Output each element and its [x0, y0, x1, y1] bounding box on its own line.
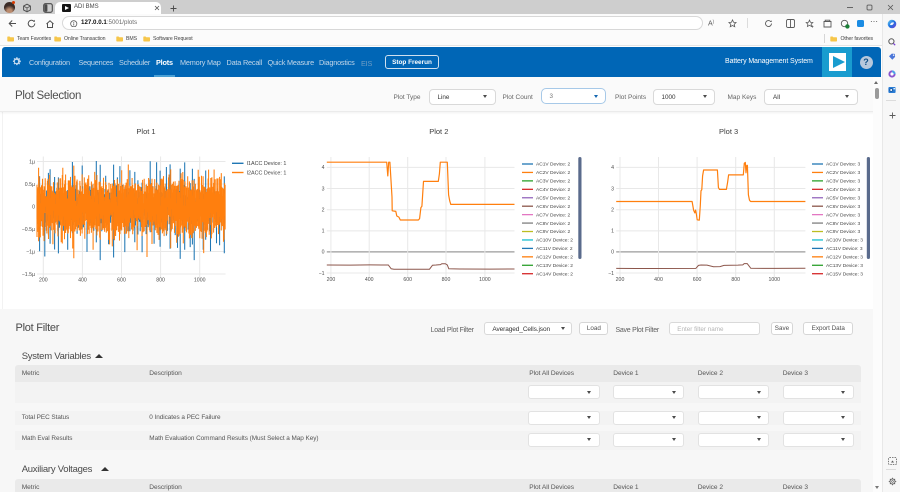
svg-text:AC5V Device: 3: AC5V Device: 3	[826, 195, 860, 201]
svg-text:AC6V Device: 3: AC6V Device: 3	[826, 204, 860, 210]
svg-text:AC2V Device: 3: AC2V Device: 3	[826, 170, 860, 176]
svg-text:800: 800	[731, 277, 740, 283]
svg-text:800: 800	[442, 277, 451, 283]
svg-text:400: 400	[78, 278, 87, 284]
svg-text:600: 600	[117, 278, 126, 284]
svg-text:1000: 1000	[769, 277, 781, 283]
svg-text:1000: 1000	[479, 277, 491, 283]
svg-text:AC3V Device: 3: AC3V Device: 3	[826, 179, 860, 185]
svg-text:I2ACC Device: 1: I2ACC Device: 1	[247, 170, 287, 176]
svg-text:1000: 1000	[194, 278, 206, 284]
svg-text:AC5V Device: 2: AC5V Device: 2	[536, 195, 570, 201]
svg-text:AC13V Device: 2: AC13V Device: 2	[536, 263, 573, 269]
svg-text:2: 2	[611, 208, 614, 214]
svg-text:AC9V Device: 3: AC9V Device: 3	[826, 229, 860, 235]
svg-text:I1ACC Device: 1: I1ACC Device: 1	[247, 161, 287, 167]
svg-text:400: 400	[365, 277, 374, 283]
svg-text:AC4V Device: 2: AC4V Device: 2	[536, 187, 570, 193]
svg-text:AC13V Device: 3: AC13V Device: 3	[826, 263, 863, 269]
svg-text:800: 800	[156, 278, 165, 284]
svg-text:AC3V Device: 2: AC3V Device: 2	[536, 179, 570, 185]
svg-text:1: 1	[322, 229, 325, 235]
svg-text:AC1V Device: 2: AC1V Device: 2	[536, 162, 570, 168]
svg-text:AC10V Device: 3: AC10V Device: 3	[826, 238, 863, 244]
svg-text:0: 0	[611, 250, 614, 256]
svg-text:AC10V Device: 2: AC10V Device: 2	[536, 238, 573, 244]
svg-text:AC11V Device: 2: AC11V Device: 2	[536, 246, 573, 252]
svg-text:AC14V Device: 2: AC14V Device: 2	[536, 271, 573, 277]
svg-text:0.5µ: 0.5µ	[25, 182, 35, 188]
svg-text:AC6V Device: 2: AC6V Device: 2	[536, 204, 570, 210]
svg-text:Plot 1: Plot 1	[136, 127, 155, 136]
svg-text:600: 600	[403, 277, 412, 283]
svg-text:1: 1	[611, 229, 614, 235]
svg-text:AC7V Device: 3: AC7V Device: 3	[826, 212, 860, 218]
svg-text:1µ: 1µ	[29, 159, 35, 165]
svg-text:4: 4	[611, 165, 614, 171]
svg-text:AC4V Device: 3: AC4V Device: 3	[826, 187, 860, 193]
svg-text:200: 200	[616, 277, 625, 283]
svg-text:0: 0	[322, 250, 325, 256]
svg-text:2: 2	[322, 208, 325, 214]
svg-text:3: 3	[611, 186, 614, 192]
svg-text:Plot 2: Plot 2	[429, 127, 448, 136]
svg-text:200: 200	[327, 277, 336, 283]
svg-text:400: 400	[654, 277, 663, 283]
svg-text:−0.5µ: −0.5µ	[22, 227, 35, 233]
svg-text:600: 600	[693, 277, 702, 283]
svg-text:200: 200	[39, 278, 48, 284]
svg-text:Plot 3: Plot 3	[719, 127, 738, 136]
svg-text:AC8V Device: 3: AC8V Device: 3	[826, 221, 860, 227]
svg-text:−1µ: −1µ	[26, 249, 35, 255]
svg-text:AC12V Device: 2: AC12V Device: 2	[536, 255, 573, 261]
svg-text:AC11V Device: 3: AC11V Device: 3	[826, 246, 863, 252]
svg-text:0: 0	[32, 204, 35, 210]
svg-text:3: 3	[322, 186, 325, 192]
svg-text:4: 4	[322, 165, 325, 171]
svg-text:−1: −1	[608, 271, 614, 277]
svg-text:AC12V Device: 3: AC12V Device: 3	[826, 255, 863, 261]
svg-text:AC7V Device: 2: AC7V Device: 2	[536, 212, 570, 218]
svg-text:−1.5µ: −1.5µ	[22, 272, 35, 278]
svg-text:AC8V Device: 2: AC8V Device: 2	[536, 221, 570, 227]
svg-text:AC2V Device: 2: AC2V Device: 2	[536, 170, 570, 176]
svg-text:AC15V Device: 3: AC15V Device: 3	[826, 271, 863, 277]
svg-text:AC9V Device: 2: AC9V Device: 2	[536, 229, 570, 235]
svg-text:−1: −1	[319, 271, 325, 277]
svg-text:AC1V Device: 3: AC1V Device: 3	[826, 162, 860, 168]
